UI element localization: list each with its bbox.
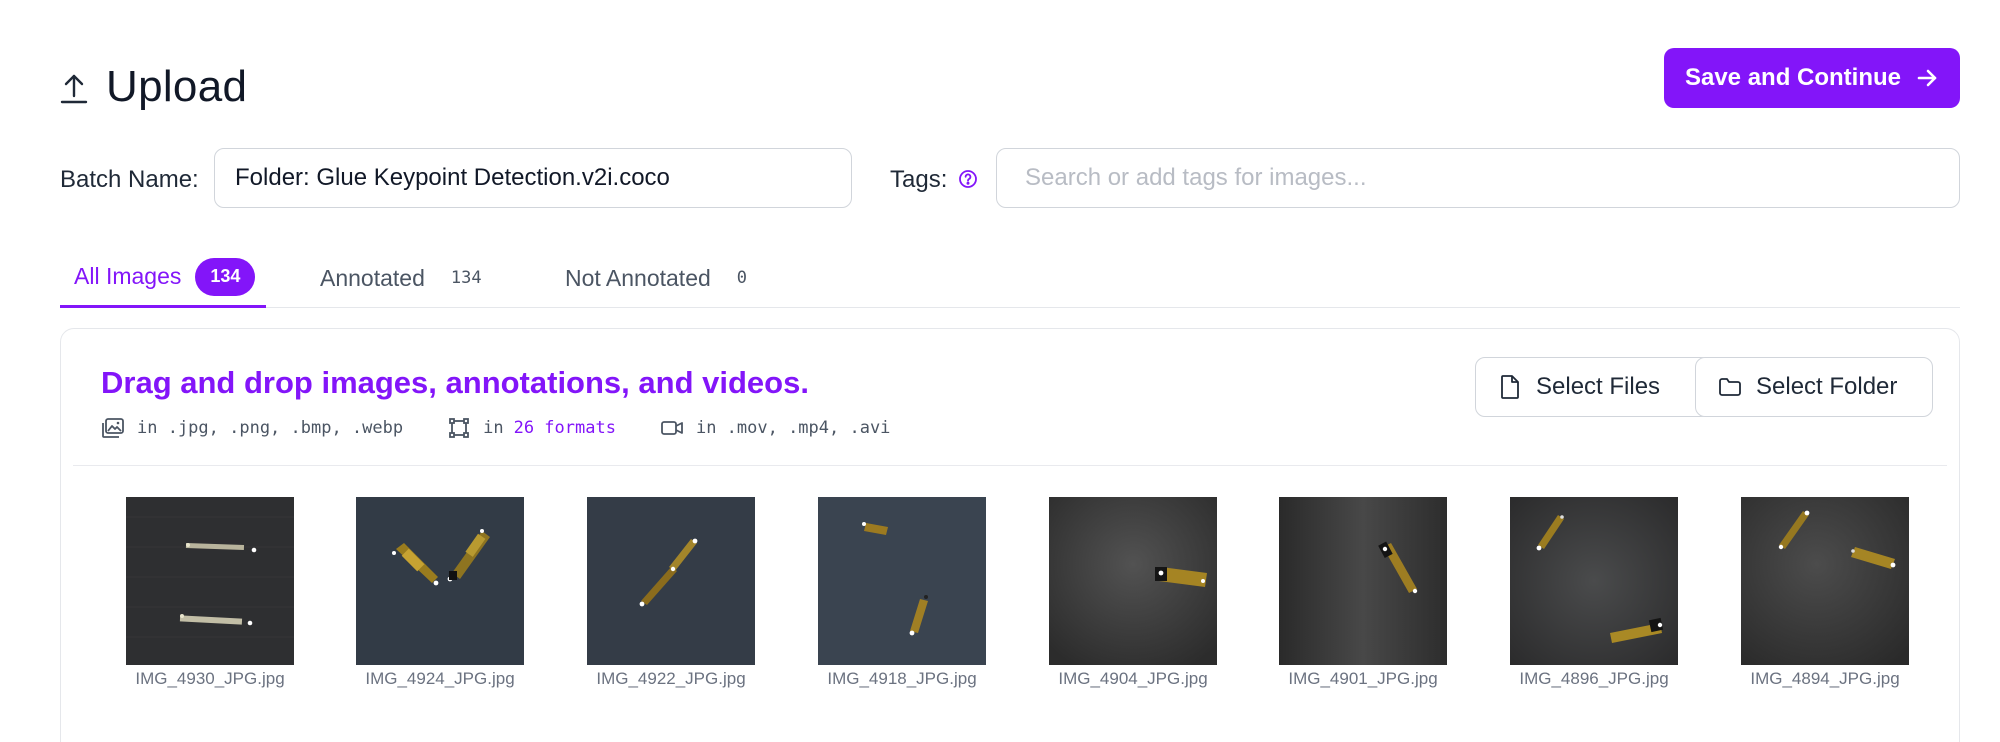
arrow-right-icon	[1917, 69, 1937, 87]
image-filename: IMG_4904_JPG.jpg	[1058, 669, 1208, 688]
tab-label: Not Annotated	[565, 264, 711, 291]
video-formats: in .mov, .mp4, .avi	[660, 417, 890, 439]
image-thumbnail[interactable]: IMG_4922_JPG.jpg	[587, 497, 755, 689]
batch-name-label: Batch Name:	[60, 166, 199, 193]
image-thumbnail[interactable]: IMG_4896_JPG.jpg	[1510, 497, 1678, 689]
annotation-formats: in 26 formats	[447, 417, 616, 439]
tab-label: All Images	[74, 263, 182, 289]
save-button-label: Save and Continue	[1684, 64, 1902, 91]
image-preview	[356, 497, 524, 665]
batch-name-input[interactable]	[214, 148, 852, 208]
image-filename: IMG_4924_JPG.jpg	[365, 669, 515, 688]
image-formats: in .jpg, .png, .bmp, .webp	[101, 417, 403, 439]
image-thumbnail-grid: IMG_4930_JPG.jpg IMG_4924_JPG.jpg IMG_49…	[61, 497, 1959, 697]
select-files-button[interactable]: Select Files	[1475, 357, 1711, 417]
video-formats-text: in .mov, .mp4, .avi	[695, 418, 891, 438]
image-filename: IMG_4896_JPG.jpg	[1519, 669, 1669, 688]
image-preview	[1049, 497, 1217, 665]
upload-dropzone[interactable]: Drag and drop images, annotations, and v…	[60, 328, 1960, 742]
count-badge: 134	[195, 257, 256, 296]
image-preview	[1510, 497, 1678, 665]
select-files-label: Select Files	[1536, 373, 1661, 400]
tab-not-annotated[interactable]: Not Annotated 0	[565, 248, 747, 308]
annotation-formats-prefix: in	[483, 418, 504, 438]
help-circle-icon[interactable]	[958, 169, 978, 189]
image-thumbnail[interactable]: IMG_4924_JPG.jpg	[356, 497, 524, 689]
image-preview	[587, 497, 755, 665]
dropzone-divider	[73, 465, 1947, 466]
select-folder-label: Select Folder	[1756, 373, 1898, 400]
image-filename: IMG_4918_JPG.jpg	[827, 669, 977, 688]
image-preview	[1741, 497, 1909, 665]
upload-icon	[60, 74, 88, 104]
images-icon	[102, 418, 124, 438]
video-camera-icon	[661, 421, 683, 435]
tags-label: Tags:	[890, 166, 948, 193]
annotation-formats-link[interactable]: 26 formats	[514, 418, 616, 438]
tab-label: Annotated	[320, 264, 425, 291]
supported-formats: in .jpg, .png, .bmp, .webp in 26 formats…	[101, 417, 934, 439]
tags-search-input[interactable]	[996, 148, 1960, 208]
image-formats-text: in .jpg, .png, .bmp, .webp	[137, 418, 404, 438]
image-filename: IMG_4894_JPG.jpg	[1750, 669, 1900, 688]
image-thumbnail[interactable]: IMG_4904_JPG.jpg	[1049, 497, 1217, 689]
file-icon	[1501, 375, 1519, 399]
image-thumbnail[interactable]: IMG_4918_JPG.jpg	[818, 497, 986, 689]
image-filter-tabs: All Images 134 Annotated 134 Not Annotat…	[60, 248, 1960, 308]
image-preview	[1279, 497, 1447, 665]
count-badge: 134	[450, 268, 482, 288]
page-header: Upload Save and Continue	[60, 48, 1960, 128]
tab-all-images[interactable]: All Images 134	[60, 248, 266, 308]
count-badge: 0	[736, 268, 748, 288]
batch-form: Batch Name: Tags:	[60, 148, 1960, 210]
folder-icon	[1719, 378, 1741, 396]
page-title: Upload	[106, 62, 248, 111]
image-filename: IMG_4901_JPG.jpg	[1288, 669, 1438, 688]
image-thumbnail[interactable]: IMG_4894_JPG.jpg	[1741, 497, 1909, 689]
dropzone-title: Drag and drop images, annotations, and v…	[101, 365, 809, 400]
image-thumbnail[interactable]: IMG_4901_JPG.jpg	[1279, 497, 1447, 689]
image-preview	[126, 497, 294, 665]
tab-annotated[interactable]: Annotated 134	[320, 248, 482, 308]
image-thumbnail[interactable]: IMG_4930_JPG.jpg	[126, 497, 294, 689]
image-preview	[818, 497, 986, 665]
image-filename: IMG_4930_JPG.jpg	[135, 669, 285, 688]
bounding-box-icon	[449, 418, 470, 438]
image-filename: IMG_4922_JPG.jpg	[596, 669, 746, 688]
save-and-continue-button[interactable]: Save and Continue	[1664, 48, 1960, 108]
select-folder-button[interactable]: Select Folder	[1695, 357, 1933, 417]
